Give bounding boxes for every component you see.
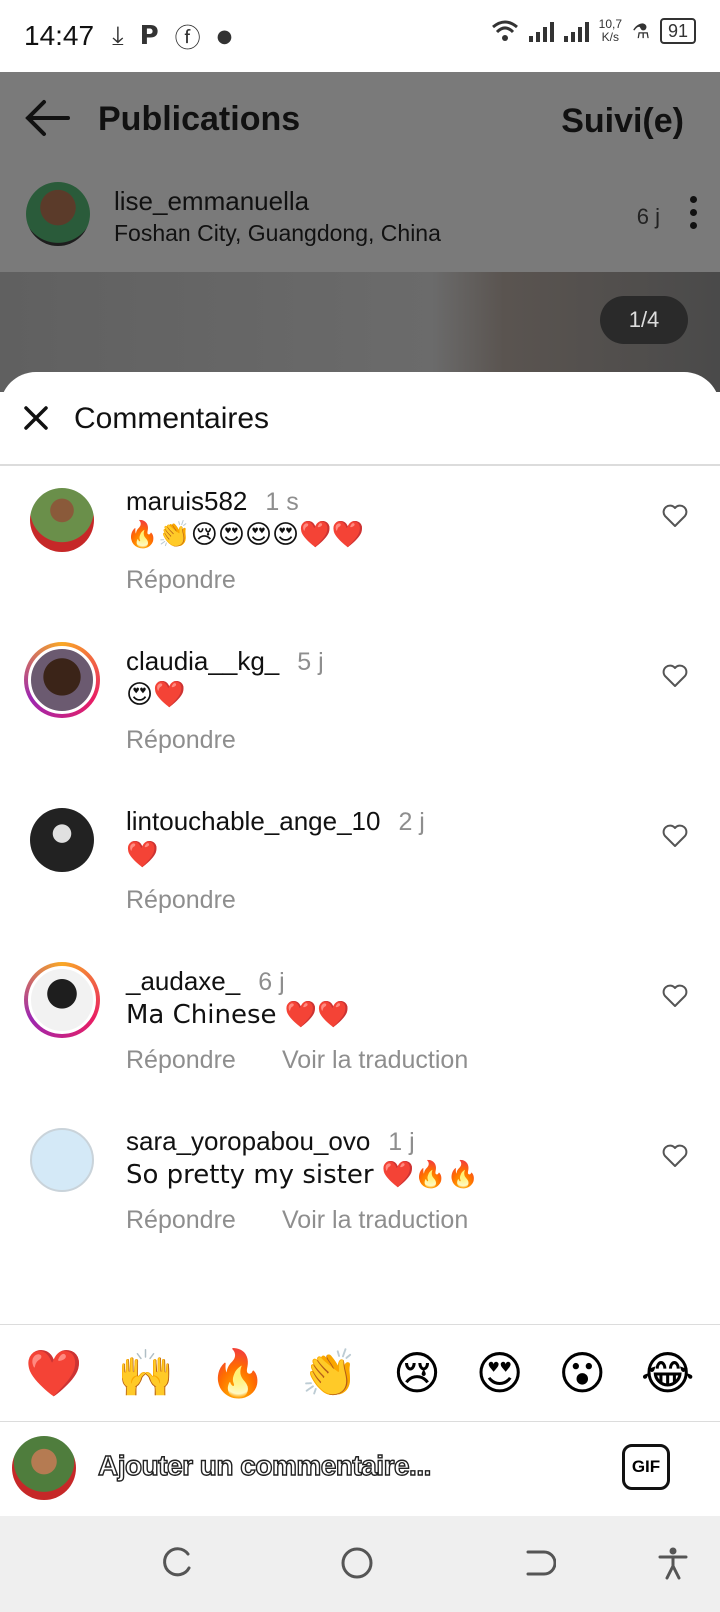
network-speed: 10,7 K/s — [599, 18, 622, 44]
system-nav-bar — [0, 1516, 720, 1612]
avatar — [28, 966, 96, 1034]
close-icon[interactable] — [20, 402, 52, 434]
story-ring[interactable] — [24, 642, 100, 718]
comment-time: 1 j — [388, 1128, 415, 1156]
p-app-icon: P — [139, 21, 159, 51]
dimmed-post: Publications Suivi(e) lise_emmanuella Fo… — [0, 72, 720, 392]
comment-time: 2 j — [398, 808, 425, 836]
like-heart-icon[interactable] — [662, 824, 688, 848]
like-heart-icon[interactable] — [662, 984, 688, 1008]
avatar[interactable] — [26, 182, 90, 246]
gif-button[interactable]: GIF — [622, 1444, 670, 1490]
comment-text: ❤️ — [126, 840, 159, 870]
avatar[interactable] — [30, 1128, 94, 1192]
lab-icon: ⚗ — [632, 19, 650, 43]
dot-icon: ● — [216, 25, 233, 47]
wifi-icon — [491, 20, 518, 41]
comment-username[interactable]: sara_yoropabou_ovo 1 j — [126, 1126, 415, 1157]
reply-button[interactable]: Répondre — [126, 1206, 236, 1235]
comment-input[interactable]: Ajouter un commentaire... — [97, 1449, 432, 1482]
avatar[interactable] — [30, 488, 94, 552]
comment-time: 1 s — [265, 488, 299, 516]
accessibility-icon[interactable] — [656, 1546, 690, 1580]
sheet-header: Commentaires — [0, 372, 720, 466]
post-header: Publications Suivi(e) — [0, 72, 720, 172]
reply-button[interactable]: Répondre — [126, 1046, 236, 1075]
emoji-button[interactable]: 🙌 — [117, 1346, 174, 1401]
comment-username[interactable]: _audaxe_ 6 j — [126, 966, 285, 997]
comment-composer: Ajouter un commentaire... GIF — [0, 1422, 720, 1516]
emoji-button[interactable]: ❤️ — [25, 1346, 82, 1401]
sheet-title: Commentaires — [74, 402, 270, 435]
emoji-button[interactable]: 👏 — [301, 1346, 358, 1401]
like-heart-icon[interactable] — [662, 504, 688, 528]
comment-text: Ma Chinese ❤️❤️ — [126, 1000, 350, 1030]
reply-button[interactable]: Répondre — [126, 886, 236, 915]
image-counter: 1/4 — [600, 296, 688, 344]
post-location[interactable]: Foshan City, Guangdong, China — [114, 220, 441, 247]
emoji-button[interactable]: 🔥 — [209, 1346, 266, 1401]
comment-item: lintouchable_ange_10 2 j ❤️ Répondre — [0, 786, 720, 950]
back-icon[interactable] — [522, 1546, 556, 1580]
comment-time: 6 j — [258, 968, 285, 996]
signal-icon — [528, 20, 554, 42]
more-options-icon[interactable] — [690, 196, 698, 232]
story-ring[interactable] — [24, 962, 100, 1038]
comment-item: _audaxe_ 6 j Ma Chinese ❤️❤️ Répondre Voi… — [0, 946, 720, 1110]
download-icon: ⤓ — [112, 20, 124, 51]
comment-text: So pretty my sister ❤️🔥🔥 — [126, 1160, 479, 1190]
emoji-button[interactable]: 😂 — [641, 1346, 695, 1400]
author-username[interactable]: lise_emmanuella — [114, 186, 309, 217]
avatar — [12, 1436, 76, 1500]
emoji-button[interactable]: 😍 — [476, 1346, 524, 1400]
post-age: 6 j — [636, 204, 660, 229]
comment-text: 😍❤️ — [126, 680, 186, 710]
status-time: 14:47 — [24, 20, 95, 51]
see-translation-button[interactable]: Voir la traduction — [282, 1046, 468, 1075]
comment-item: claudia__kg_ 5 j 😍❤️ Répondre — [0, 626, 720, 790]
page-title: Publications — [98, 100, 301, 138]
comment-username[interactable]: maruis582 1 s — [126, 486, 299, 517]
reply-button[interactable]: Répondre — [126, 726, 236, 755]
comment-item: maruis582 1 s 🔥👏😢😍😍😍❤️❤️ Répondre — [0, 466, 720, 630]
like-heart-icon[interactable] — [662, 664, 688, 688]
comment-time: 5 j — [297, 648, 324, 676]
battery-icon: 91 — [659, 18, 696, 44]
emoji-reaction-bar: ❤️ 🙌 🔥 👏 😢 😍 😮 😂 — [0, 1324, 720, 1422]
like-heart-icon[interactable] — [662, 1144, 688, 1168]
reply-button[interactable]: Répondre — [126, 566, 236, 595]
follow-button[interactable]: Suivi(e) — [561, 102, 684, 141]
comment-username[interactable]: lintouchable_ange_10 2 j — [126, 806, 425, 837]
signal-icon-2 — [563, 20, 589, 42]
avatar[interactable] — [30, 808, 94, 872]
emoji-button[interactable]: 😮 — [558, 1346, 606, 1400]
facebook-icon: ⓕ — [174, 23, 201, 54]
back-arrow-icon[interactable] — [22, 98, 72, 138]
status-right: 10,7 K/s ⚗ 91 — [491, 18, 696, 44]
speed-unit: K/s — [601, 30, 620, 44]
emoji-button[interactable]: 😢 — [393, 1346, 441, 1400]
home-icon[interactable] — [340, 1546, 374, 1580]
status-bar: 14:47 ⤓ P ⓕ ● 10,7 K/s ⚗ 91 — [0, 0, 720, 72]
instagram-comments-screen: 14:47 ⤓ P ⓕ ● 10,7 K/s ⚗ 91 Publications… — [0, 0, 720, 1612]
avatar — [28, 646, 96, 714]
comment-text: 🔥👏😢😍😍😍❤️❤️ — [126, 520, 364, 550]
see-translation-button[interactable]: Voir la traduction — [282, 1206, 468, 1235]
post-author: lise_emmanuella Foshan City, Guangdong, … — [0, 172, 720, 272]
comment-item: sara_yoropabou_ovo 1 j So pretty my siste… — [0, 1106, 720, 1270]
comment-username[interactable]: claudia__kg_ 5 j — [126, 646, 324, 677]
recent-apps-icon[interactable] — [160, 1546, 194, 1580]
